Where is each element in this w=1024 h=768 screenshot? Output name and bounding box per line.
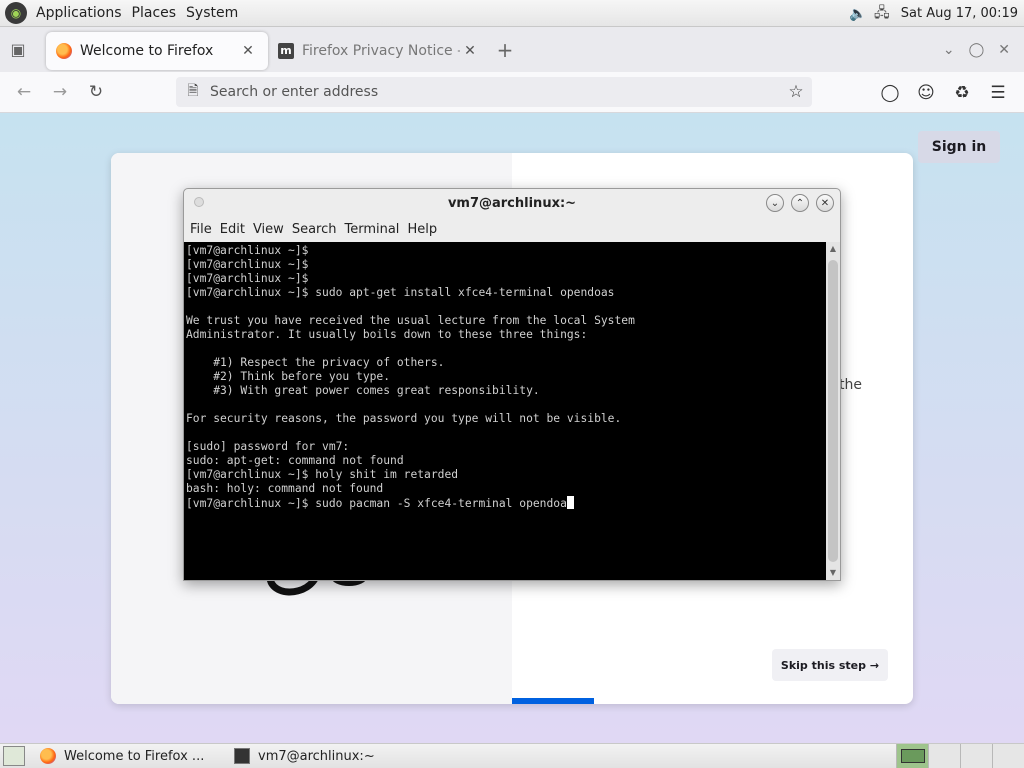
- system-tray: 🔈 🖧 Sat Aug 17, 00:19: [849, 0, 1018, 27]
- volume-icon[interactable]: 🔈: [849, 5, 867, 23]
- taskbar-item-terminal[interactable]: vm7@archlinux:~: [227, 745, 417, 767]
- current-command: [vm7@archlinux ~]$ sudo pacman -S xfce4-…: [186, 497, 567, 510]
- firefox-view-icon[interactable]: ▣: [0, 27, 36, 72]
- step-progress-bar: [512, 698, 594, 704]
- menu-file[interactable]: File: [186, 222, 216, 237]
- workspace-switcher: [896, 744, 1024, 768]
- scroll-up-icon[interactable]: ▲: [826, 242, 840, 256]
- terminal-line: [vm7@archlinux ~]$ holy shit im retarded: [186, 468, 459, 481]
- menu-help[interactable]: Help: [403, 222, 441, 237]
- address-input[interactable]: [210, 84, 780, 100]
- terminal-line: #3) With great power comes great respons…: [186, 384, 540, 397]
- account-icon[interactable]: ☺: [910, 77, 942, 109]
- scroll-down-icon[interactable]: ▼: [826, 566, 840, 580]
- url-bar[interactable]: 🗎 ☆: [176, 77, 812, 107]
- workspace-2[interactable]: [928, 744, 960, 768]
- tab-strip: ▣ Welcome to Firefox ✕ m Firefox Privacy…: [0, 27, 1024, 72]
- workspace-4[interactable]: [992, 744, 1024, 768]
- tab-title: Firefox Privacy Notice — M...: [302, 42, 460, 59]
- terminal-scrollbar[interactable]: ▲ ▼: [826, 242, 840, 580]
- terminal-prompt-line[interactable]: [vm7@archlinux ~]$ sudo pacman -S xfce4-…: [186, 496, 824, 511]
- forward-button[interactable]: →: [42, 76, 78, 108]
- distro-logo-icon[interactable]: ◉: [5, 2, 27, 24]
- extensions-icon[interactable]: ♻: [946, 77, 978, 109]
- page-icon: 🗎: [187, 83, 199, 99]
- terminal-line: [vm7@archlinux ~]$: [186, 244, 309, 257]
- terminal-line: [sudo] password for vm7:: [186, 440, 350, 453]
- scrollbar-thumb[interactable]: [828, 260, 838, 562]
- close-tab-icon[interactable]: ✕: [460, 43, 480, 59]
- menu-edit[interactable]: Edit: [216, 222, 249, 237]
- terminal-line: [vm7@archlinux ~]$ sudo apt-get install …: [186, 286, 615, 299]
- desktop-menu: Applications Places System: [31, 5, 243, 21]
- toolbar-right: ◯ ☺ ♻ ☰: [874, 72, 1014, 113]
- window-thumbnail: [900, 749, 925, 763]
- taskbar: Welcome to Firefox ... vm7@archlinux:~: [0, 743, 1024, 768]
- system-menu[interactable]: System: [181, 5, 243, 21]
- text-cursor: [566, 496, 574, 509]
- back-button[interactable]: ←: [6, 76, 42, 108]
- tab-title: Welcome to Firefox: [80, 42, 214, 59]
- terminal-line: [vm7@archlinux ~]$: [186, 272, 309, 285]
- terminal-line: For security reasons, the password you t…: [186, 412, 622, 425]
- menu-view[interactable]: View: [249, 222, 288, 237]
- terminal-output[interactable]: [vm7@archlinux ~]$ [vm7@archlinux ~]$ [v…: [184, 242, 826, 580]
- workspace-1[interactable]: [896, 744, 928, 768]
- sign-in-button[interactable]: Sign in: [918, 131, 1000, 163]
- minimize-icon[interactable]: ◯: [969, 42, 985, 58]
- new-tab-button[interactable]: +: [490, 38, 520, 62]
- places-menu[interactable]: Places: [127, 5, 182, 21]
- tabstrip-controls: ⌄ ◯ ✕: [943, 27, 1010, 72]
- pocket-icon[interactable]: ◯: [874, 77, 906, 109]
- terminal-line: bash: holy: command not found: [186, 482, 384, 495]
- skip-step-button[interactable]: Skip this step →: [772, 649, 888, 681]
- terminal-line: [vm7@archlinux ~]$: [186, 258, 309, 271]
- tab-privacy-notice[interactable]: m Firefox Privacy Notice — M... ✕: [268, 32, 490, 70]
- mozilla-favicon-icon: m: [278, 42, 294, 59]
- close-icon[interactable]: ✕: [816, 194, 834, 212]
- terminal-icon: [234, 748, 250, 764]
- terminal-window[interactable]: vm7@archlinux:~ ⌄ ⌃ ✕ File Edit View Sea…: [183, 188, 841, 581]
- terminal-history: [vm7@archlinux ~]$ [vm7@archlinux ~]$ [v…: [186, 244, 824, 496]
- bookmark-star-icon[interactable]: ☆: [780, 82, 812, 102]
- clock[interactable]: Sat Aug 17, 00:19: [901, 6, 1018, 21]
- taskbar-item-firefox[interactable]: Welcome to Firefox ...: [33, 745, 219, 767]
- minimize-icon[interactable]: ⌄: [766, 194, 784, 212]
- network-icon[interactable]: 🖧: [873, 5, 891, 23]
- taskbar-item-label: Welcome to Firefox ...: [64, 748, 205, 764]
- terminal-line: sudo: apt-get: command not found: [186, 454, 404, 467]
- terminal-line: Administrator. It usually boils down to …: [186, 328, 588, 341]
- maximize-icon[interactable]: ⌃: [791, 194, 809, 212]
- terminal-line: We trust you have received the usual lec…: [186, 314, 635, 327]
- top-panel: ◉ Applications Places System 🔈 🖧 Sat Aug…: [0, 0, 1024, 27]
- hamburger-menu-icon[interactable]: ☰: [982, 77, 1014, 109]
- reload-button[interactable]: ↻: [78, 76, 114, 108]
- window-menu-icon[interactable]: [194, 197, 204, 207]
- close-window-icon[interactable]: ✕: [998, 42, 1010, 58]
- body-text: the: [839, 377, 862, 393]
- terminal-line: #1) Respect the privacy of others.: [186, 356, 445, 369]
- list-all-tabs-icon[interactable]: ⌄: [943, 42, 955, 58]
- close-tab-icon[interactable]: ✕: [238, 43, 258, 59]
- taskbar-item-label: vm7@archlinux:~: [258, 748, 375, 764]
- tab-welcome[interactable]: Welcome to Firefox ✕: [46, 31, 268, 70]
- firefox-favicon-icon: [56, 42, 72, 59]
- workspace-3[interactable]: [960, 744, 992, 768]
- menu-search[interactable]: Search: [288, 222, 341, 237]
- nav-bar: ← → ↻ 🗎 ☆ ◯ ☺ ♻ ☰: [0, 72, 1024, 113]
- terminal-titlebar[interactable]: vm7@archlinux:~ ⌄ ⌃ ✕: [184, 189, 840, 217]
- menu-terminal[interactable]: Terminal: [340, 222, 403, 237]
- firefox-icon: [40, 748, 56, 764]
- show-desktop-icon[interactable]: [3, 746, 25, 766]
- applications-menu[interactable]: Applications: [31, 5, 127, 21]
- window-controls: ⌄ ⌃ ✕: [766, 194, 834, 212]
- terminal-line: #2) Think before you type.: [186, 370, 391, 383]
- window-title: vm7@archlinux:~: [447, 195, 577, 211]
- terminal-menubar: File Edit View Search Terminal Help: [184, 217, 840, 241]
